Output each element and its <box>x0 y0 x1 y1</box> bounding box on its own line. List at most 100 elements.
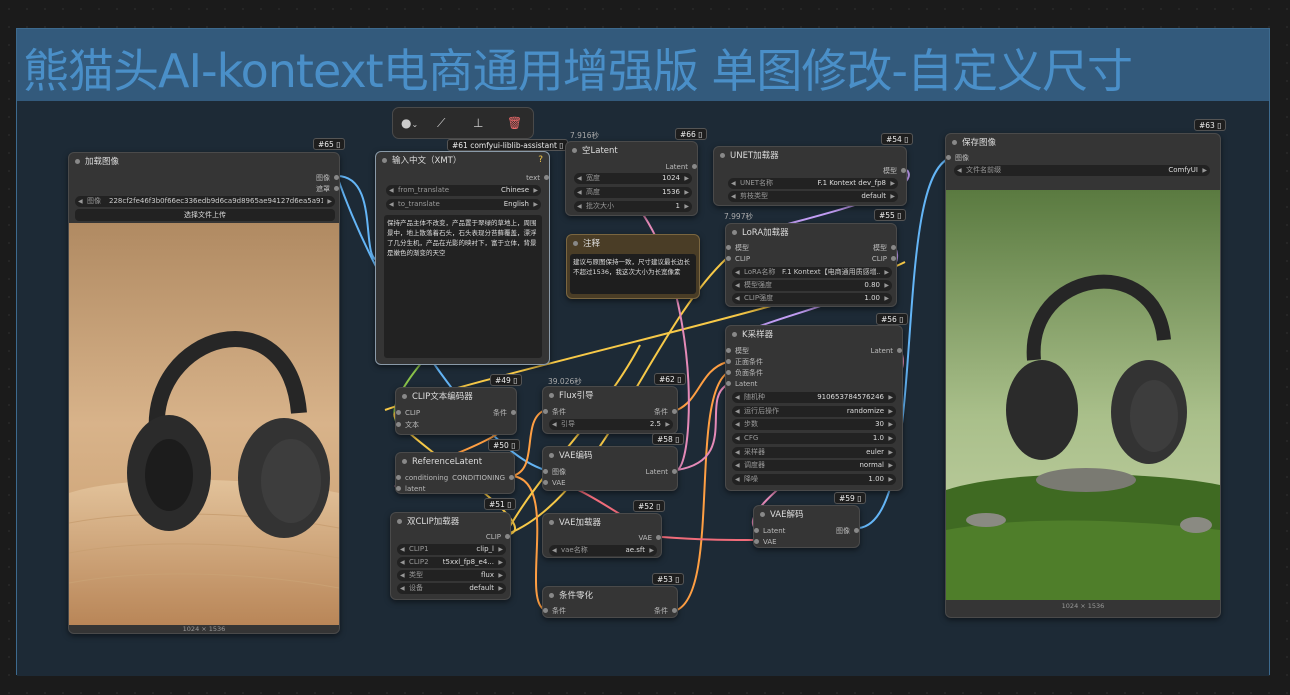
group-header[interactable]: 熊猫头AI-kontext电商通用增强版 单图修改-自定义尺寸 <box>17 29 1269 101</box>
input-image[interactable]: 图像 <box>946 153 969 163</box>
widget-value: F.1 Kontext【电商通用质感增... <box>782 268 880 276</box>
input-text[interactable]: 文本 <box>396 420 419 430</box>
output-model[interactable]: 模型 <box>873 243 896 253</box>
node-title: CLIP文本编码器 <box>396 388 516 406</box>
output-conditioning[interactable]: 条件 <box>493 408 516 418</box>
output-image[interactable]: 图像 <box>316 173 339 183</box>
input-vae[interactable]: VAE <box>754 537 777 547</box>
height-input[interactable]: 高度 1536 <box>574 187 692 198</box>
cfg-input[interactable]: CFG 1.0 <box>732 433 896 444</box>
widget-value: ae.sft <box>625 546 645 554</box>
vae-decode-node[interactable]: VAE解码 Latent VAE 图像 <box>753 505 860 548</box>
node-title: VAE编码 <box>543 447 677 465</box>
model-strength-input[interactable]: 模型强度 0.80 <box>732 280 892 291</box>
output-conditioning[interactable]: 条件 <box>654 407 677 417</box>
load-image-node[interactable]: 加载图像 图像 遮罩 图像 228cf2fe46f3b0f66ec336edb9… <box>68 152 340 634</box>
guidance-input[interactable]: 引导 2.5 <box>549 419 673 430</box>
device-select[interactable]: 设备 default <box>397 583 506 594</box>
output-latent[interactable]: Latent <box>666 162 698 172</box>
dual-clip-loader-node[interactable]: 双CLIP加载器 CLIP CLIP1 clip_l CLIP2 t5xxl_fp8… <box>390 512 511 600</box>
output-latent[interactable]: Latent <box>871 346 903 356</box>
filename-prefix-input[interactable]: 文件名前缀 ComfyUI <box>954 165 1210 176</box>
output-image-preview <box>946 190 1220 600</box>
input-image[interactable]: 图像 <box>543 467 566 477</box>
width-input[interactable]: 宽度 1024 <box>574 173 692 184</box>
input-clip[interactable]: CLIP <box>396 408 420 418</box>
control-after-select[interactable]: 运行后操作 randomize <box>732 406 896 417</box>
type-select[interactable]: 类型 flux <box>397 570 506 581</box>
output-conditioning[interactable]: CONDITIONING <box>452 473 514 483</box>
weight-type-select[interactable]: 剪枝类型 default <box>728 191 898 202</box>
from-translate-select[interactable]: from_translate Chinese <box>386 185 541 196</box>
sampler-select[interactable]: 采样器 euler <box>732 447 896 458</box>
input-negative[interactable]: 负面条件 <box>726 368 763 378</box>
widget-value: 0.80 <box>864 281 880 289</box>
widget-label: 批次大小 <box>586 202 614 210</box>
color-circle-icon[interactable]: ●⌄ <box>401 116 418 130</box>
trash-icon[interactable]: 🗑 <box>507 116 522 130</box>
note-node[interactable]: 注释 建议与原图保持一致，尺寸建议最长边长不超过1536，我这次大小为长宽像素 <box>566 234 700 299</box>
lora-name-select[interactable]: LoRA名称 F.1 Kontext【电商通用质感增... <box>732 267 892 278</box>
input-conditioning[interactable]: 条件 <box>543 606 566 616</box>
denoise-input[interactable]: 降噪 1.00 <box>732 474 896 485</box>
output-clip[interactable]: CLIP <box>486 532 511 542</box>
batch-size-input[interactable]: 批次大小 1 <box>574 201 692 212</box>
steps-input[interactable]: 步数 30 <box>732 419 896 430</box>
empty-latent-node[interactable]: 空Latent Latent 宽度 1024 高度 1536 批次大小 1 <box>565 141 698 216</box>
input-latent[interactable]: latent <box>396 484 425 494</box>
image-select[interactable]: 图像 228cf2fe46f3b0f66ec336edb9d6ca9d8965a… <box>75 196 335 207</box>
reference-latent-node[interactable]: ReferenceLatent conditioning latent COND… <box>395 452 515 494</box>
scheduler-select[interactable]: 调度器 normal <box>732 460 896 471</box>
node-title: VAE解码 <box>754 506 859 524</box>
vae-encode-node[interactable]: VAE编码 图像 VAE Latent <box>542 446 678 491</box>
output-mask[interactable]: 遮罩 <box>316 184 339 194</box>
widget-value: clip_l <box>476 545 494 553</box>
note-text[interactable]: 建议与原图保持一致，尺寸建议最长边长不超过1536，我这次大小为长宽像素 <box>570 254 696 294</box>
output-image[interactable]: 图像 <box>836 526 859 536</box>
clip2-select[interactable]: CLIP2 t5xxl_fp8_e4... <box>397 557 506 568</box>
vae-loader-node[interactable]: VAE加载器 VAE vae名称 ae.sft <box>542 513 662 558</box>
node-title: LoRA加载器 <box>726 224 896 242</box>
upload-button[interactable]: 选择文件上传 <box>75 209 335 221</box>
node-title: 空Latent <box>566 142 697 160</box>
conditioning-zero-out-node[interactable]: 条件零化 条件 条件 <box>542 586 678 618</box>
translate-node[interactable]: 输入中文（XMT） ? text from_translate Chinese … <box>375 151 550 365</box>
node-canvas[interactable]: 熊猫头AI-kontext电商通用增强版 单图修改-自定义尺寸 #65 ▯ 加载… <box>0 0 1290 695</box>
save-image-node[interactable]: 保存图像 图像 文件名前缀 ComfyUI 1024 × 1536 <box>945 133 1221 618</box>
pin-icon[interactable]: ⊥ <box>473 116 483 130</box>
unet-loader-node[interactable]: UNET加载器 模型 UNET名称 F.1 Kontext dev_fp8 剪枝类… <box>713 146 907 206</box>
node-title: 加载图像 <box>69 153 339 171</box>
bypass-wand-icon[interactable]: ⟋ <box>437 116 445 131</box>
widget-label: LoRA名称 <box>744 268 776 276</box>
prompt-textarea[interactable]: 保持产品主体不改变，产品置于翠绿的草地上，周围景中，地上散落着石头，石头表现分苔… <box>384 215 542 358</box>
node-title: 输入中文（XMT） <box>376 152 549 170</box>
ksampler-node[interactable]: K采样器 模型 正面条件 负面条件 Latent Latent 随机种 91065… <box>725 325 903 491</box>
input-conditioning[interactable]: conditioning <box>396 473 448 483</box>
input-clip[interactable]: CLIP <box>726 254 750 264</box>
output-clip[interactable]: CLIP <box>872 254 897 264</box>
vae-name-select[interactable]: vae名称 ae.sft <box>549 545 657 556</box>
seed-input[interactable]: 随机种 910653784576246 <box>732 392 896 403</box>
input-conditioning[interactable]: 条件 <box>543 407 566 417</box>
widget-value: normal <box>859 461 884 469</box>
output-vae[interactable]: VAE <box>638 533 661 543</box>
input-positive[interactable]: 正面条件 <box>726 357 763 367</box>
lora-loader-node[interactable]: LoRA加载器 模型 CLIP 模型 CLIP LoRA名称 F.1 Kontex… <box>725 223 897 307</box>
flux-guidance-node[interactable]: Flux引导 条件 条件 引导 2.5 <box>542 386 678 434</box>
clip1-select[interactable]: CLIP1 clip_l <box>397 544 506 555</box>
input-model[interactable]: 模型 <box>726 243 749 253</box>
output-model[interactable]: 模型 <box>883 166 906 176</box>
clip-text-encode-node[interactable]: CLIP文本编码器 CLIP 文本 条件 <box>395 387 517 435</box>
unet-name-select[interactable]: UNET名称 F.1 Kontext dev_fp8 <box>728 178 898 189</box>
clip-strength-input[interactable]: CLIP强度 1.00 <box>732 293 892 304</box>
input-vae[interactable]: VAE <box>543 478 566 488</box>
output-text[interactable]: text <box>526 173 549 183</box>
widget-value: randomize <box>846 407 884 415</box>
help-icon[interactable]: ? <box>538 155 543 165</box>
input-model[interactable]: 模型 <box>726 346 749 356</box>
output-latent[interactable]: Latent <box>646 467 678 477</box>
input-latent[interactable]: Latent <box>726 379 757 389</box>
to-translate-select[interactable]: to_translate English <box>386 199 541 210</box>
output-conditioning[interactable]: 条件 <box>654 606 677 616</box>
input-latent[interactable]: Latent <box>754 526 785 536</box>
